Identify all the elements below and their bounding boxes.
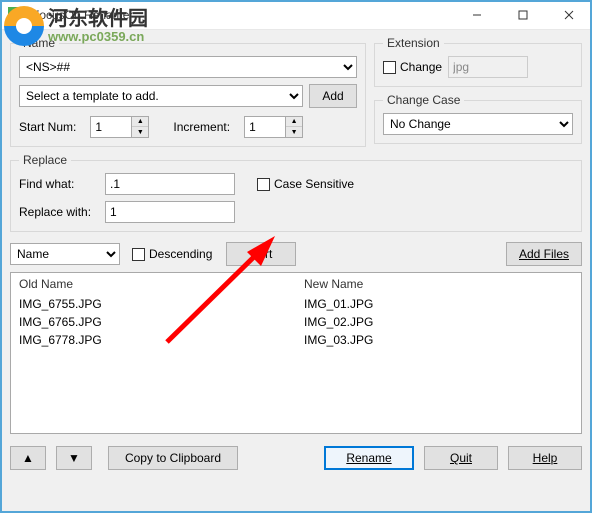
- name-pattern-select[interactable]: <NS>##: [19, 56, 357, 78]
- minimize-button[interactable]: [454, 0, 500, 29]
- rename-button[interactable]: Rename: [324, 446, 414, 470]
- file-list[interactable]: Old Name IMG_6755.JPG IMG_6765.JPG IMG_6…: [10, 272, 582, 434]
- name-group: Name <NS>## Select a template to add. Ad…: [10, 36, 366, 147]
- move-up-button[interactable]: ▲: [10, 446, 46, 470]
- new-name-header: New Name: [304, 277, 573, 291]
- help-button[interactable]: Help: [508, 446, 582, 470]
- start-num-spinner[interactable]: ▲▼: [90, 116, 149, 138]
- sort-button[interactable]: Sort: [226, 242, 296, 266]
- add-files-button[interactable]: Add Files: [506, 242, 582, 266]
- spin-down-icon[interactable]: ▼: [286, 127, 302, 137]
- start-num-label: Start Num:: [19, 120, 76, 134]
- change-case-group: Change Case No Change: [374, 93, 582, 144]
- window-title: FocusOn Renamer: [32, 8, 454, 22]
- change-ext-checkbox[interactable]: Change: [383, 60, 442, 74]
- list-item[interactable]: IMG_03.JPG: [304, 331, 573, 349]
- list-item[interactable]: IMG_6755.JPG: [19, 295, 288, 313]
- find-what-label: Find what:: [19, 177, 97, 191]
- sort-field-select[interactable]: Name: [10, 243, 120, 265]
- spin-up-icon[interactable]: ▲: [286, 117, 302, 127]
- list-item[interactable]: IMG_01.JPG: [304, 295, 573, 313]
- replace-group: Replace Find what: Case Sensitive Replac…: [10, 153, 582, 232]
- change-case-select[interactable]: No Change: [383, 113, 573, 135]
- add-template-button[interactable]: Add: [309, 84, 357, 108]
- old-name-header: Old Name: [19, 277, 288, 291]
- maximize-button[interactable]: [500, 0, 546, 29]
- increment-input[interactable]: [244, 116, 286, 138]
- replace-with-label: Replace with:: [19, 205, 97, 219]
- spin-up-icon[interactable]: ▲: [132, 117, 148, 127]
- triangle-up-icon: ▲: [22, 451, 34, 465]
- close-button[interactable]: [546, 0, 592, 29]
- increment-label: Increment:: [173, 120, 230, 134]
- replace-group-legend: Replace: [19, 153, 71, 167]
- list-item[interactable]: IMG_02.JPG: [304, 313, 573, 331]
- start-num-input[interactable]: [90, 116, 132, 138]
- descending-checkbox[interactable]: Descending: [132, 247, 212, 261]
- move-down-button[interactable]: ▼: [56, 446, 92, 470]
- app-icon: RE: [8, 7, 24, 23]
- list-item[interactable]: IMG_6765.JPG: [19, 313, 288, 331]
- case-sensitive-checkbox[interactable]: Case Sensitive: [257, 177, 354, 191]
- list-item[interactable]: IMG_6778.JPG: [19, 331, 288, 349]
- replace-with-input[interactable]: [105, 201, 235, 223]
- copy-clipboard-button[interactable]: Copy to Clipboard: [108, 446, 238, 470]
- triangle-down-icon: ▼: [68, 451, 80, 465]
- title-bar: RE FocusOn Renamer: [0, 0, 592, 30]
- extension-group: Extension Change: [374, 36, 582, 87]
- extension-input: [448, 56, 528, 78]
- find-what-input[interactable]: [105, 173, 235, 195]
- name-group-legend: Name: [19, 36, 59, 50]
- increment-spinner[interactable]: ▲▼: [244, 116, 303, 138]
- extension-group-legend: Extension: [383, 36, 444, 50]
- spin-down-icon[interactable]: ▼: [132, 127, 148, 137]
- template-select[interactable]: Select a template to add.: [19, 85, 303, 107]
- change-case-legend: Change Case: [383, 93, 464, 107]
- quit-button[interactable]: Quit: [424, 446, 498, 470]
